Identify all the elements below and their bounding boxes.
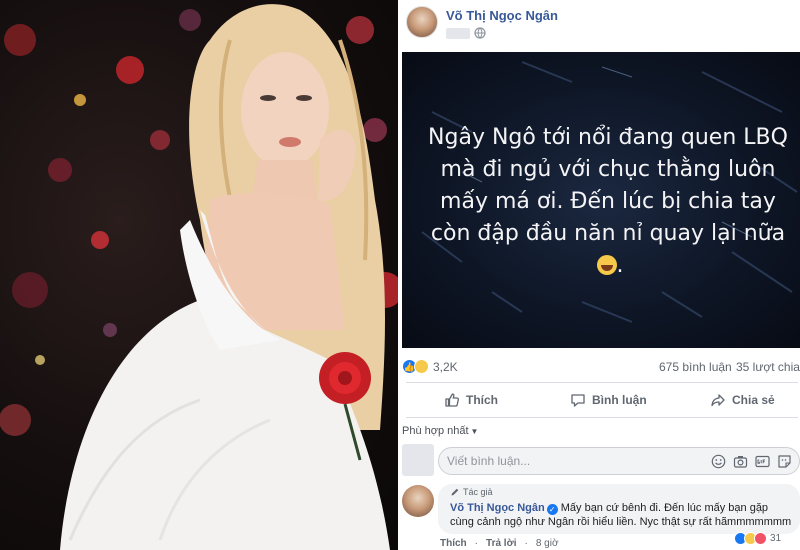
current-user-avatar[interactable] (402, 444, 434, 476)
comment-button-label: Bình luận (592, 393, 647, 407)
reactions-count[interactable]: 3,2K (433, 360, 458, 374)
comment-button[interactable]: Bình luận (570, 385, 647, 415)
post-text: Ngây Ngô tới nổi đang quen LBQ mà đi ngủ… (422, 122, 794, 282)
author-name-link[interactable]: Võ Thị Ngọc Ngân (446, 8, 558, 23)
like-button[interactable]: Thích (444, 385, 498, 415)
camera-icon[interactable] (733, 454, 748, 469)
globe-icon (474, 27, 486, 39)
author-comment: Tác giả Võ Thị Ngọc Ngân ✓ Mấy bạn cứ bênh… (400, 484, 800, 550)
love-reaction-icon (754, 531, 767, 545)
comment-bubble: Tác giả Võ Thị Ngọc Ngân ✓ Mấy bạn cứ bênh… (438, 484, 800, 534)
facebook-post: Võ Thị Ngọc Ngân Ngây Ngô tới nổi đang q… (398, 0, 800, 550)
sticker-icon[interactable] (777, 454, 792, 469)
comment-reactions[interactable]: 31 (734, 530, 781, 546)
post-text-content: Ngây Ngô tới nổi đang quen LBQ mà đi ngủ… (428, 125, 788, 246)
gif-icon[interactable] (755, 454, 770, 469)
shares-count-link[interactable]: 35 lượt chia sẻ (736, 360, 800, 374)
comment-reactions-count: 31 (770, 532, 782, 544)
comment-sort-dropdown[interactable]: Phù hợp nhất ▼ (402, 425, 478, 437)
comment-reply-link[interactable]: Trả lời (486, 538, 516, 549)
post-text-card: Ngây Ngô tới nổi đang quen LBQ mà đi ngủ… (402, 52, 800, 348)
verified-check-icon: ✓ (546, 504, 558, 515)
separator: · (474, 538, 479, 549)
portrait-photo (0, 0, 398, 550)
comment-body: Võ Thị Ngọc Ngân ✓ Mấy bạn cứ bênh đi. Đến… (450, 501, 792, 529)
separator: · (524, 538, 528, 549)
haha-reaction-icon[interactable] (414, 359, 429, 374)
comment-like-link[interactable]: Thích (440, 538, 467, 549)
divider (406, 417, 798, 418)
laughing-emoji-icon (596, 255, 617, 275)
smiley-icon[interactable] (711, 454, 726, 469)
author-avatar[interactable] (406, 6, 438, 38)
reactions-summary: 👍 3,2K 675 bình luận 35 lượt chia sẻ (400, 354, 800, 380)
comment-sort-label: Phù hợp nhất (402, 425, 469, 437)
comment-author-name[interactable]: Võ Thị Ngọc Ngân (450, 502, 545, 514)
portrait-illustration (0, 4, 398, 550)
comment-input[interactable] (447, 448, 697, 474)
share-button-label: Chia sẻ (732, 393, 775, 407)
caret-down-icon: ▼ (470, 427, 479, 436)
author-badge-label: Tác giả (463, 487, 493, 497)
post-action-bar: Thích Bình luận Chia sẻ (400, 385, 800, 415)
comment-time[interactable]: 8 giờ (536, 538, 559, 549)
thumbs-up-icon (445, 393, 459, 407)
author-badge: Tác giả (450, 487, 493, 497)
share-arrow-icon (711, 394, 725, 407)
comments-count-link[interactable]: 675 bình luận (659, 360, 732, 374)
post-header: Võ Thị Ngọc Ngân (400, 0, 800, 52)
post-timestamp-blurred[interactable] (446, 28, 470, 39)
comment-composer (400, 444, 800, 478)
speech-bubble-icon (571, 394, 585, 407)
divider (406, 382, 798, 383)
share-button[interactable]: Chia sẻ (710, 385, 775, 415)
comment-input-wrapper (438, 447, 800, 475)
comment-author-avatar[interactable] (402, 485, 434, 517)
comment-actions: Thích · Trả lời · 8 giờ (440, 538, 559, 549)
pencil-icon (451, 488, 459, 496)
post-text-end: . (616, 253, 624, 278)
like-button-label: Thích (466, 393, 498, 407)
